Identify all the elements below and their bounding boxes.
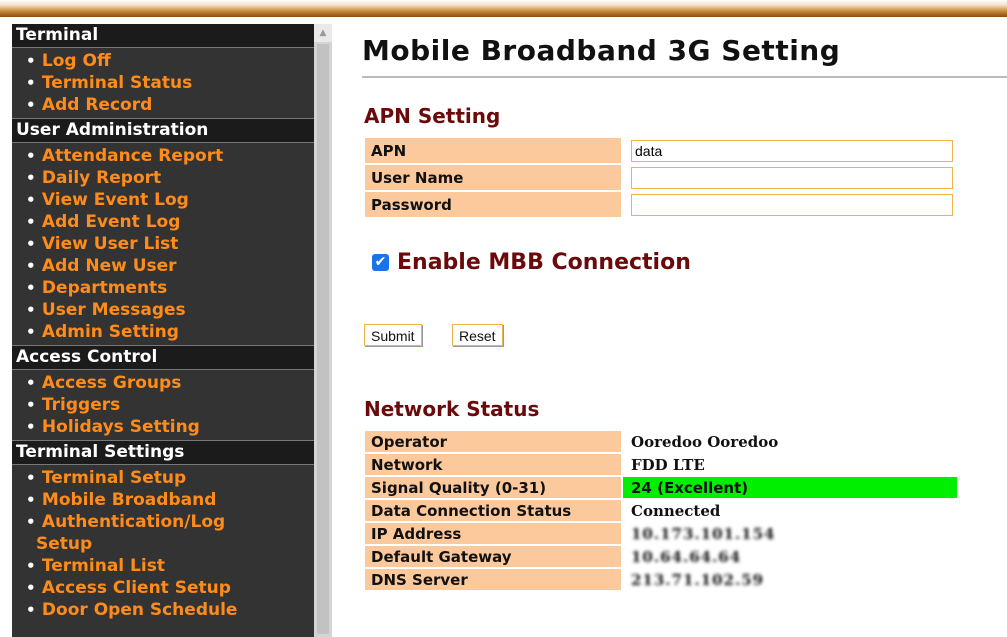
- dns-server-value: 213.71.102.59: [631, 570, 765, 589]
- sidebar-item-label[interactable]: Access Client Setup: [42, 578, 231, 598]
- sidebar-item-label[interactable]: Terminal List: [42, 556, 165, 576]
- sidebar-item-label[interactable]: Mobile Broadband: [42, 490, 216, 510]
- sidebar-item-label[interactable]: Add Event Log: [42, 212, 180, 232]
- sidebar-item-departments[interactable]: • Departments: [26, 277, 314, 299]
- sidebar-item-label[interactable]: Triggers: [42, 395, 120, 415]
- apn-label: APN: [365, 138, 621, 163]
- sidebar-item-mobile-broadband[interactable]: • Mobile Broadband: [26, 489, 314, 511]
- sidebar-list-user-administration: • Attendance Report • Daily Report • Vie…: [12, 143, 314, 345]
- sidebar-item-authentication-log-setup[interactable]: • Authentication/Log Setup: [26, 511, 314, 555]
- table-row: Default Gateway 10.64.64.64: [365, 546, 957, 567]
- sidebar-item-log-off[interactable]: • Log Off: [26, 50, 314, 72]
- data-connection-status-label: Data Connection Status: [365, 500, 621, 521]
- sidebar-item-label[interactable]: Add New User: [42, 256, 177, 276]
- sidebar-item-access-client-setup[interactable]: • Access Client Setup: [26, 577, 314, 599]
- sidebar-section-terminal-settings: Terminal Settings: [12, 440, 314, 465]
- sidebar-item-label[interactable]: Admin Setting: [42, 322, 179, 342]
- sidebar-item-holidays-setting[interactable]: • Holidays Setting: [26, 416, 314, 438]
- default-gateway-label: Default Gateway: [365, 546, 621, 567]
- network-value: FDD LTE: [631, 455, 705, 474]
- enable-mbb-checkbox[interactable]: ✔: [372, 254, 389, 271]
- sidebar-item-label-continuation[interactable]: Setup: [26, 533, 314, 555]
- enable-mbb-checkbox-row[interactable]: ✔ Enable MBB Connection: [372, 250, 691, 275]
- operator-label: Operator: [365, 431, 621, 452]
- username-input[interactable]: [631, 166, 953, 189]
- sidebar-section-access-control: Access Control: [12, 345, 314, 370]
- ip-address-value: 10.173.101.154: [631, 524, 776, 543]
- main-content: Mobile Broadband 3G Setting APN Setting …: [362, 0, 1007, 637]
- sidebar-item-label[interactable]: Authentication/Log: [42, 512, 225, 532]
- table-row: DNS Server 213.71.102.59: [365, 569, 957, 590]
- sidebar-item-attendance-report[interactable]: • Attendance Report: [26, 145, 314, 167]
- sidebar-section-terminal: Terminal: [12, 24, 314, 48]
- apn-input[interactable]: [631, 139, 953, 162]
- apn-form: APN User Name Password: [363, 136, 955, 219]
- scroll-up-arrow-icon[interactable]: ▲: [314, 24, 332, 42]
- sidebar-item-add-record[interactable]: • Add Record: [26, 94, 314, 116]
- page-title: Mobile Broadband 3G Setting: [362, 34, 841, 67]
- table-row: Operator Ooredoo Ooredoo: [365, 431, 957, 452]
- sidebar-item-terminal-list[interactable]: • Terminal List: [26, 555, 314, 577]
- table-row: Network FDD LTE: [365, 454, 957, 475]
- sidebar-item-label[interactable]: Log Off: [42, 51, 111, 71]
- sidebar: Terminal • Log Off • Terminal Status • A…: [12, 24, 314, 637]
- data-connection-status-value: Connected: [631, 501, 721, 520]
- network-label: Network: [365, 454, 621, 475]
- network-status-heading: Network Status: [364, 397, 540, 421]
- sidebar-item-label[interactable]: Departments: [42, 278, 167, 298]
- sidebar-section-user-administration: User Administration: [12, 118, 314, 143]
- sidebar-item-label[interactable]: Door Open Schedule: [42, 600, 238, 620]
- sidebar-item-label[interactable]: View User List: [42, 234, 179, 254]
- sidebar-item-view-user-list[interactable]: • View User List: [26, 233, 314, 255]
- submit-button[interactable]: Submit: [364, 324, 422, 346]
- sidebar-item-label[interactable]: Add Record: [42, 95, 152, 115]
- sidebar-item-admin-setting[interactable]: • Admin Setting: [26, 321, 314, 343]
- sidebar-item-label[interactable]: Access Groups: [42, 373, 181, 393]
- reset-button[interactable]: Reset: [452, 324, 503, 346]
- password-input[interactable]: [631, 193, 953, 216]
- sidebar-item-label[interactable]: Holidays Setting: [42, 417, 200, 437]
- sidebar-scrollbar[interactable]: ▲: [314, 24, 332, 637]
- sidebar-item-label[interactable]: View Event Log: [42, 190, 189, 210]
- sidebar-item-add-event-log[interactable]: • Add Event Log: [26, 211, 314, 233]
- sidebar-item-label[interactable]: Terminal Setup: [42, 468, 186, 488]
- dns-server-label: DNS Server: [365, 569, 621, 590]
- ip-address-label: IP Address: [365, 523, 621, 544]
- sidebar-item-user-messages[interactable]: • User Messages: [26, 299, 314, 321]
- sidebar-list-terminal-settings: • Terminal Setup • Mobile Broadband • Au…: [12, 465, 314, 623]
- signal-quality-value: 24 (Excellent): [623, 477, 957, 498]
- default-gateway-value: 10.64.64.64: [631, 547, 742, 566]
- sidebar-item-label[interactable]: Terminal Status: [42, 73, 192, 93]
- sidebar-item-daily-report[interactable]: • Daily Report: [26, 167, 314, 189]
- sidebar-item-label[interactable]: User Messages: [42, 300, 186, 320]
- sidebar-item-door-open-schedule[interactable]: • Door Open Schedule: [26, 599, 314, 621]
- network-status-table: Operator Ooredoo Ooredoo Network FDD LTE…: [363, 429, 959, 592]
- sidebar-item-add-new-user[interactable]: • Add New User: [26, 255, 314, 277]
- table-row: Data Connection Status Connected: [365, 500, 957, 521]
- username-row: User Name: [365, 165, 953, 190]
- scrollbar-thumb[interactable]: [317, 44, 329, 634]
- sidebar-item-label[interactable]: Daily Report: [42, 168, 161, 188]
- operator-value: Ooredoo Ooredoo: [631, 432, 779, 451]
- signal-quality-label: Signal Quality (0-31): [365, 477, 621, 498]
- table-row: IP Address 10.173.101.154: [365, 523, 957, 544]
- apn-setting-heading: APN Setting: [364, 104, 501, 128]
- sidebar-item-terminal-status[interactable]: • Terminal Status: [26, 72, 314, 94]
- sidebar-list-terminal: • Log Off • Terminal Status • Add Record: [12, 48, 314, 118]
- title-divider: [362, 76, 1007, 78]
- sidebar-item-access-groups[interactable]: • Access Groups: [26, 372, 314, 394]
- sidebar-item-terminal-setup[interactable]: • Terminal Setup: [26, 467, 314, 489]
- table-row: Signal Quality (0-31) 24 (Excellent): [365, 477, 957, 498]
- sidebar-item-label[interactable]: Attendance Report: [42, 146, 223, 166]
- username-label: User Name: [365, 165, 621, 190]
- sidebar-item-view-event-log[interactable]: • View Event Log: [26, 189, 314, 211]
- sidebar-item-triggers[interactable]: • Triggers: [26, 394, 314, 416]
- enable-mbb-label[interactable]: Enable MBB Connection: [397, 250, 691, 275]
- sidebar-list-access-control: • Access Groups • Triggers • Holidays Se…: [12, 370, 314, 440]
- apn-row: APN: [365, 138, 953, 163]
- password-row: Password: [365, 192, 953, 217]
- password-label: Password: [365, 192, 621, 217]
